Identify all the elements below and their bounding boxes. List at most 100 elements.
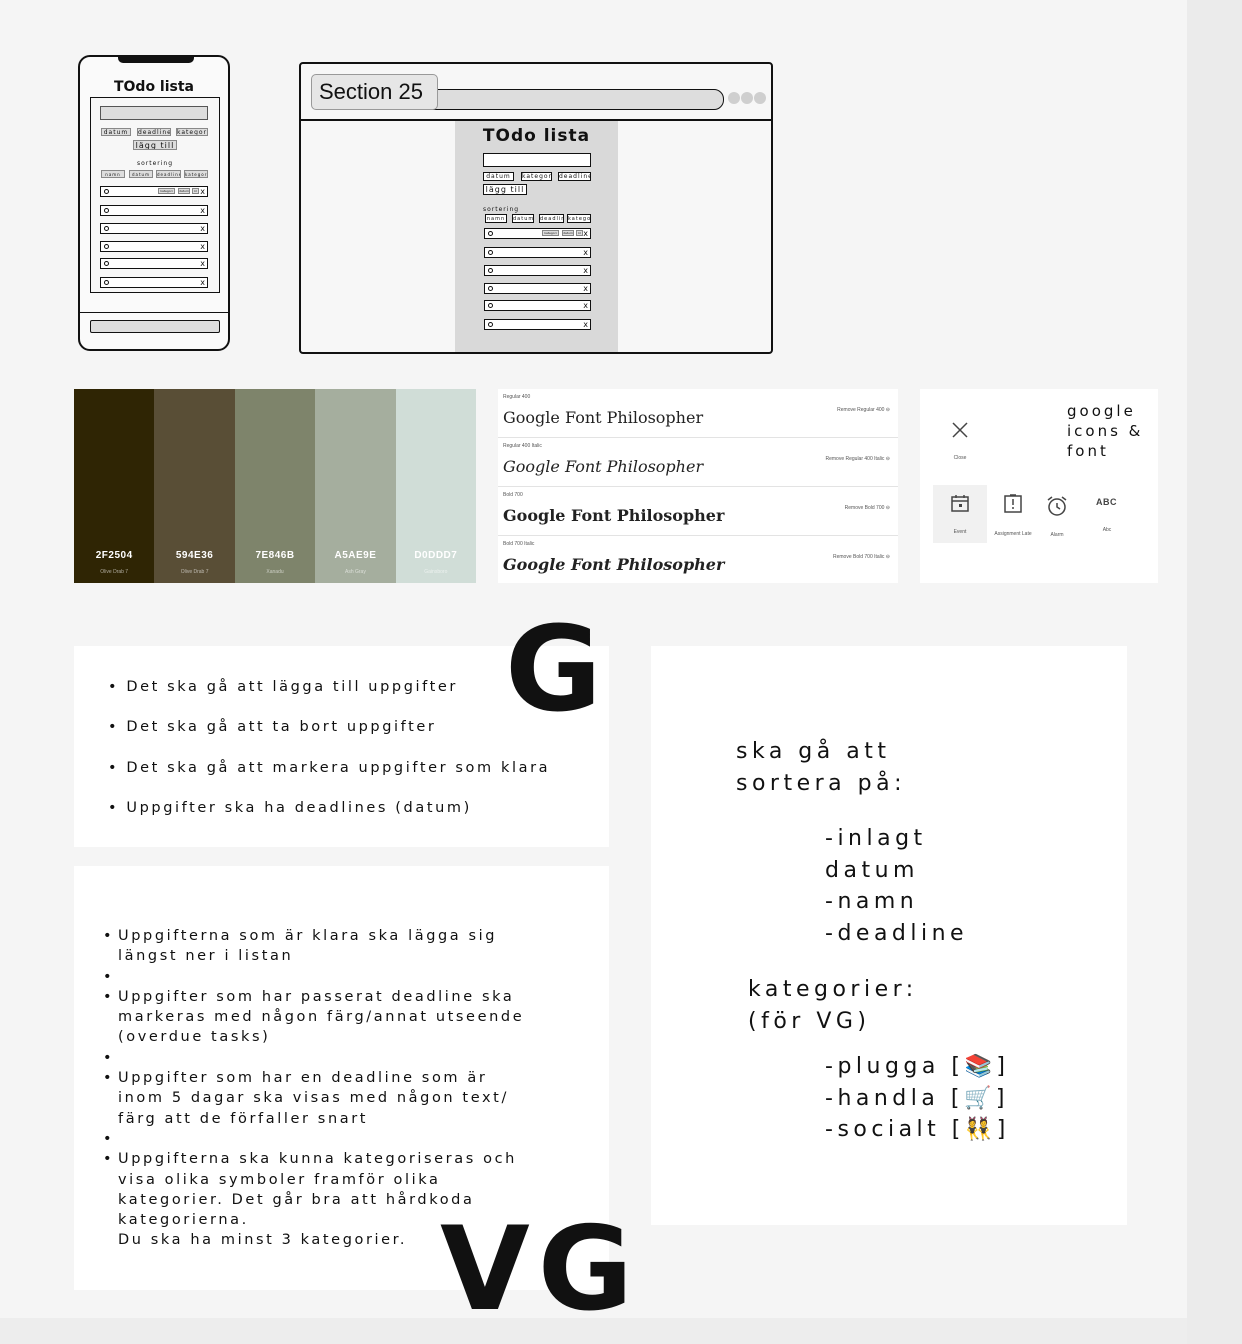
delete-icon[interactable]: x (583, 300, 588, 311)
swatch-name: Olive Drab 7 (100, 569, 129, 575)
delete-icon[interactable]: x (200, 205, 205, 216)
phone-add-button[interactable]: lägg till (133, 140, 177, 150)
browser-sort-datum[interactable]: datum (512, 214, 534, 223)
font-style-label: Regular 400 Italic (503, 443, 542, 449)
requirement-item: • Uppgifter som har passerat deadline ska… (103, 987, 583, 1048)
phone-sort-datum[interactable]: datum (129, 170, 153, 178)
task-checkbox-icon[interactable] (104, 244, 109, 249)
phone-datum-button[interactable]: datum (101, 128, 131, 136)
phone-task-row[interactable]: x (100, 205, 208, 216)
task-checkbox-icon[interactable] (488, 322, 493, 327)
font-style-label: Bold 700 (503, 492, 523, 498)
delete-icon[interactable]: x (200, 241, 205, 252)
browser-add-button[interactable]: lägg till (483, 184, 527, 195)
phone-sort-namn[interactable]: namn (101, 170, 125, 178)
browser-task-row[interactable]: x (484, 265, 591, 276)
swatch-hex: 594E36 (175, 550, 214, 561)
font-sample: Google Font Philosopher (503, 506, 725, 525)
delete-icon[interactable]: x (583, 283, 588, 294)
browser-address-bar[interactable] (428, 89, 724, 110)
grade-g-heading: G (505, 600, 602, 738)
browser-task-row[interactable]: kategori datum kl x (484, 228, 591, 239)
task-checkbox-icon[interactable] (104, 208, 109, 213)
delete-icon[interactable]: x (200, 277, 205, 288)
assignment-late-icon[interactable] (1003, 493, 1023, 513)
phone-mockup: TOdo lista datum deadline kategori lägg … (78, 55, 230, 351)
font-style-row: Bold 700 Google Font Philosopher Remove … (498, 487, 898, 536)
requirement-text: Det ska gå att markera uppgifter som kla… (126, 760, 551, 776)
task-checkbox-icon[interactable] (488, 250, 493, 255)
phone-task-row[interactable]: x (100, 277, 208, 288)
color-swatch[interactable]: D0DDD7 Gainsboro (395, 389, 477, 583)
browser-task-row[interactable]: x (484, 283, 591, 294)
task-checkbox-icon[interactable] (488, 268, 493, 273)
bullet: • (108, 800, 120, 816)
requirement-item: • (103, 1048, 583, 1068)
task-checkbox-icon[interactable] (104, 261, 109, 266)
bottom-bar (0, 1318, 1187, 1344)
delete-icon[interactable]: x (200, 186, 205, 197)
abc-icon[interactable]: ABC (1096, 497, 1117, 507)
delete-icon[interactable]: x (583, 228, 588, 239)
browser-page: TOdo lista datum kategori deadline lägg … (455, 121, 618, 352)
phone-task-row[interactable]: x (100, 223, 208, 234)
phone-notch (118, 55, 194, 63)
minus-circle-icon: ⊖ (885, 456, 890, 462)
icons-panel: google icons & font Close Event Assignme… (920, 389, 1158, 583)
browser-tab[interactable]: Section 25 (311, 74, 438, 110)
task-checkbox-icon[interactable] (488, 231, 493, 236)
task-checkbox-icon[interactable] (488, 286, 493, 291)
task-checkbox-icon[interactable] (488, 303, 493, 308)
remove-font-button[interactable]: Remove Regular 400 ⊖ (837, 407, 890, 413)
color-swatch[interactable]: 594E36 Olive Drab 7 (154, 389, 235, 583)
phone-task-row[interactable]: x (100, 241, 208, 252)
categories-heading: kategorier: (för VG) (748, 977, 918, 1034)
color-swatch[interactable]: 7E846B Xanadu (234, 389, 316, 583)
swatch-name: Olive Drab 7 (180, 569, 209, 575)
browser-mockup: Section 25 TOdo lista datum kategori dea… (299, 62, 773, 354)
requirement-text: Uppgifter ska ha deadlines (datum) (126, 800, 472, 816)
phone-task-input[interactable] (100, 106, 208, 120)
remove-font-button[interactable]: Remove Bold 700 Italic ⊖ (833, 554, 890, 560)
browser-task-input[interactable] (483, 153, 591, 167)
bullet: • (103, 928, 115, 944)
sorting-card: ska gå att sortera på: -inlagt datum -na… (651, 646, 1127, 1225)
delete-icon[interactable]: x (583, 319, 588, 330)
delete-icon[interactable]: x (583, 265, 588, 276)
phone-kategori-button[interactable]: kategori (176, 128, 208, 136)
task-checkbox-icon[interactable] (104, 189, 109, 194)
color-swatch[interactable]: A5AE9E Ash Gray (315, 389, 396, 583)
font-style-row: Regular 400 Google Font Philosopher Remo… (498, 389, 898, 438)
remove-font-button[interactable]: Remove Regular 400 Italic ⊖ (825, 456, 890, 462)
browser-datum-button[interactable]: datum (483, 172, 514, 181)
phone-deadline-button[interactable]: deadline (137, 128, 171, 136)
browser-sort-namn[interactable]: namn (485, 214, 507, 223)
browser-deadline-button[interactable]: deadline (558, 172, 591, 181)
phone-task-row[interactable]: x (100, 258, 208, 269)
browser-task-row[interactable]: x (484, 319, 591, 330)
requirement-item: • Det ska gå att lägga till uppgifter (108, 679, 458, 695)
browser-task-row[interactable]: x (484, 300, 591, 311)
browser-kategori-button[interactable]: kategori (521, 172, 552, 181)
task-checkbox-icon[interactable] (104, 280, 109, 285)
swatch-name: Xanadu (266, 569, 284, 575)
delete-icon[interactable]: x (583, 247, 588, 258)
browser-sort-deadline[interactable]: deadline (539, 214, 564, 223)
task-tag: datum (178, 188, 190, 194)
phone-task-row[interactable]: kategori datum kl x (100, 186, 208, 197)
event-icon[interactable] (950, 493, 970, 513)
color-swatch[interactable]: 2F2504 Olive Drab 7 (74, 389, 155, 583)
icon-label: Event (953, 529, 967, 535)
phone-sort-deadline[interactable]: deadline (156, 170, 181, 178)
phone-sort-label: sortering (136, 160, 174, 167)
remove-font-button[interactable]: Remove Bold 700 ⊖ (845, 505, 890, 511)
phone-title: TOdo lista (113, 79, 195, 95)
browser-task-row[interactable]: x (484, 247, 591, 258)
delete-icon[interactable]: x (200, 258, 205, 269)
delete-icon[interactable]: x (200, 223, 205, 234)
close-icon[interactable] (951, 421, 969, 439)
task-checkbox-icon[interactable] (104, 226, 109, 231)
phone-sort-kategori[interactable]: kategori (184, 170, 208, 178)
alarm-icon[interactable] (1046, 495, 1068, 517)
browser-sort-kategori[interactable]: kategori (567, 214, 591, 223)
